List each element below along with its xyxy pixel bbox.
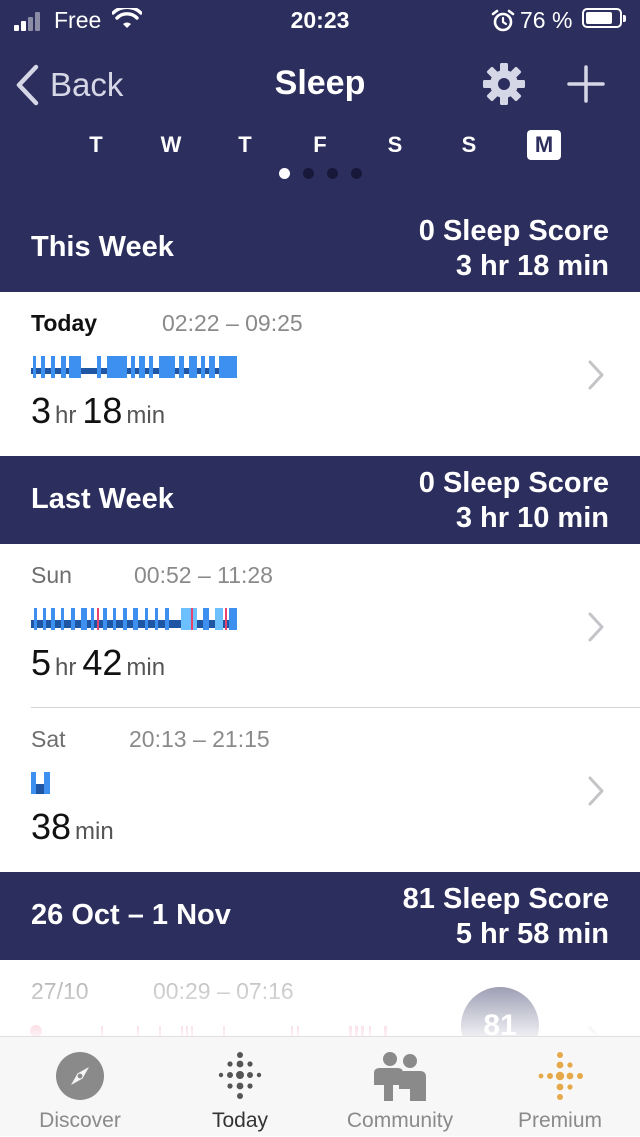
battery-icon	[582, 8, 626, 28]
duration-minutes: 42	[82, 642, 123, 683]
tab-discover[interactable]: Discover	[0, 1037, 160, 1137]
chevron-left-icon	[16, 64, 39, 106]
page-dot	[302, 168, 314, 179]
sleep-score: 0 Sleep Score	[418, 215, 609, 247]
sleep-log-row[interactable]: Sun 00:52 – 11:28 5 hr 42 min	[0, 544, 640, 708]
community-people-icon	[374, 1052, 426, 1101]
section-title: 26 Oct – 1 Nov	[31, 899, 231, 931]
tab-community[interactable]: Community	[320, 1037, 480, 1137]
log-day: Sun	[31, 562, 72, 588]
log-time-range: 00:52 – 11:28	[134, 562, 273, 588]
section-title: This Week	[31, 231, 174, 263]
log-time-range: 20:13 – 21:15	[129, 726, 270, 752]
day-monday-selected[interactable]: M	[527, 130, 561, 160]
log-duration: 3 hr 18 min	[31, 390, 171, 432]
day-thursday[interactable]: T	[228, 130, 262, 160]
app-header: Free 20:23 76 % Back Sleep T W T F S S M	[0, 0, 640, 205]
week-summary: 0 Sleep Score 3 hr 18 min	[419, 214, 609, 284]
log-day: Today	[31, 310, 98, 336]
duration-minutes-unit: min	[75, 818, 114, 845]
chevron-right-icon	[588, 360, 604, 390]
duration-minutes-unit: min	[126, 402, 166, 429]
log-day: Sat	[31, 726, 66, 752]
tab-label: Community	[346, 1109, 454, 1132]
day-saturday[interactable]: S	[378, 130, 412, 160]
tab-label: Discover	[39, 1109, 121, 1132]
chevron-right-icon	[588, 612, 604, 642]
week-summary: 81 Sleep Score 5 hr 58 min	[403, 882, 609, 952]
log-duration: 5 hr 42 min	[31, 642, 171, 684]
tab-label: Today	[211, 1109, 269, 1132]
log-day: 27/10	[31, 978, 89, 1004]
battery-percentage: 76 %	[520, 7, 573, 33]
sleep-stages-chart	[31, 356, 237, 378]
status-bar: Free 20:23 76 %	[0, 0, 640, 40]
log-duration: 38 min	[31, 806, 120, 848]
older-week-header: 26 Oct – 1 Nov 81 Sleep Score 5 hr 58 mi…	[0, 872, 640, 960]
duration-minutes: 38	[31, 806, 72, 847]
duration-minutes-unit: min	[126, 654, 166, 681]
compass-icon	[56, 1052, 104, 1100]
sleep-duration: 3 hr 10 min	[455, 502, 609, 534]
week-summary: 0 Sleep Score 3 hr 10 min	[419, 466, 609, 536]
sleep-stages-chart	[31, 608, 237, 630]
log-time-range: 00:29 – 07:16	[153, 978, 294, 1004]
page-indicator[interactable]	[0, 168, 640, 179]
alarm-clock-icon	[491, 9, 515, 32]
this-week-header: This Week 0 Sleep Score 3 hr 18 min	[0, 204, 640, 292]
sleep-score: 81 Sleep Score	[402, 883, 609, 915]
sleep-stages-chart	[31, 772, 50, 794]
sleep-duration: 3 hr 18 min	[455, 250, 609, 282]
log-time-range: 02:22 – 09:25	[162, 310, 303, 336]
duration-hours: 5	[31, 642, 52, 683]
day-sunday[interactable]: S	[452, 130, 486, 160]
page-dot	[326, 168, 338, 179]
tab-today[interactable]: Today	[160, 1037, 320, 1137]
day-selector: T W T F S S M	[0, 130, 640, 160]
duration-minutes: 18	[82, 390, 123, 431]
tab-label: Premium	[517, 1109, 602, 1132]
duration-hours: 3	[31, 390, 52, 431]
add-plus-icon[interactable]	[566, 64, 606, 104]
chevron-right-icon	[588, 776, 604, 806]
sleep-duration: 5 hr 58 min	[455, 918, 609, 950]
settings-gear-icon[interactable]	[482, 62, 526, 106]
sleep-log-row[interactable]: Today 02:22 – 09:25 3 hr 18 min	[0, 292, 640, 456]
back-label: Back	[50, 66, 124, 103]
day-friday[interactable]: F	[303, 130, 337, 160]
day-tuesday[interactable]: T	[79, 130, 113, 160]
back-button[interactable]: Back	[14, 60, 123, 110]
sleep-score: 0 Sleep Score	[418, 467, 609, 499]
premium-dots-icon	[538, 1052, 583, 1100]
tab-premium[interactable]: Premium	[480, 1037, 640, 1137]
bottom-tab-bar: Discover Today Community Premium	[0, 1036, 640, 1136]
fitbit-dots-icon	[218, 1052, 262, 1099]
sleep-log-row[interactable]: Sat 20:13 – 21:15 38 min	[0, 708, 640, 872]
last-week-header: Last Week 0 Sleep Score 3 hr 10 min	[0, 456, 640, 544]
page-dot	[278, 168, 290, 179]
page-dot	[350, 168, 362, 179]
duration-hours-unit: hr	[55, 402, 77, 429]
section-title: Last Week	[31, 483, 174, 515]
duration-hours-unit: hr	[55, 654, 77, 681]
day-wednesday[interactable]: W	[154, 130, 188, 160]
